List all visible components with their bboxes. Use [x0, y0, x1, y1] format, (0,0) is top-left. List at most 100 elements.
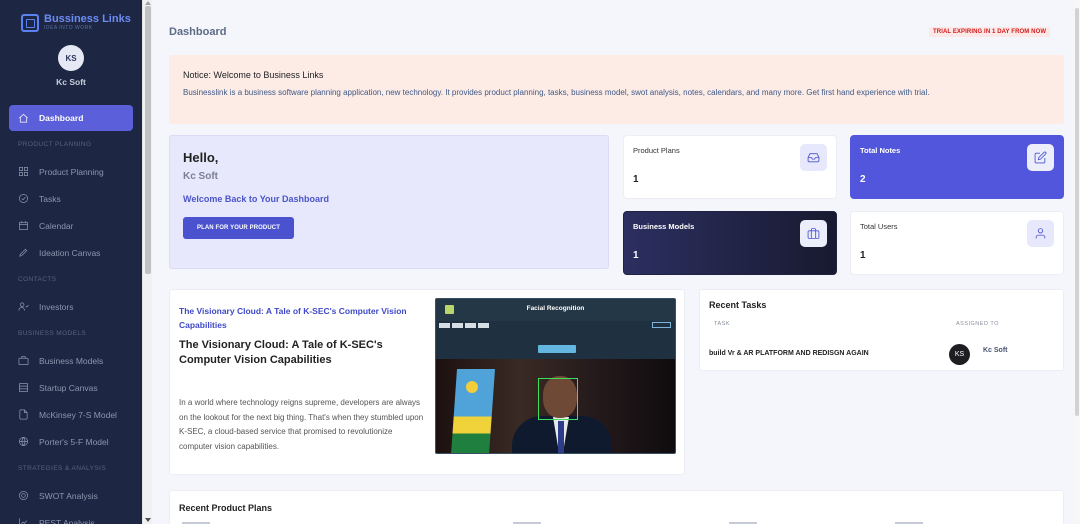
sidebar-item-label: SWOT Analysis	[39, 490, 98, 501]
avatar[interactable]: KS	[58, 45, 84, 71]
file-icon	[18, 409, 29, 420]
sidebar-item-swot-analysis[interactable]: SWOT Analysis	[9, 482, 133, 509]
scroll-up-arrow-icon[interactable]	[145, 1, 151, 5]
sidebar-nav: Dashboard PRODUCT PLANNING Product Plannin…	[9, 105, 133, 524]
stat-card-business-models[interactable]: Business Models 1	[623, 211, 837, 275]
sidebar-item-label: Business Models	[39, 355, 104, 366]
sidebar-item-startup-canvas[interactable]: Startup Canvas	[9, 374, 133, 401]
inbox-icon	[800, 144, 827, 171]
image-return-button	[652, 322, 671, 328]
briefcase-icon	[18, 355, 29, 366]
sidebar-item-product-planning[interactable]: Product Planning	[9, 158, 133, 185]
column-header-assigned: ASSIGNED TO	[956, 321, 999, 327]
globe-icon	[18, 436, 29, 447]
stat-label: Product Plans	[633, 146, 680, 155]
sidebar-item-ideation-canvas[interactable]: Ideation Canvas	[9, 239, 133, 266]
image-title: Facial Recognition	[526, 305, 585, 312]
sidebar-item-label: Porter's 5-F Model	[39, 436, 109, 447]
sidebar-item-pest-analysis[interactable]: PEST Analysis	[9, 509, 133, 524]
stat-value: 1	[633, 174, 639, 185]
sidebar-item-investors[interactable]: Investors	[9, 293, 133, 320]
recent-product-plans-title: Recent Product Plans	[179, 503, 273, 513]
hello-greeting: Hello,	[183, 150, 219, 165]
sidebar-item-label: McKinsey 7-S Model	[39, 409, 117, 420]
recent-product-plans-card: Recent Product Plans	[169, 490, 1064, 524]
briefcase-icon	[800, 220, 827, 247]
sidebar-item-label: Product Planning	[39, 166, 104, 177]
sidebar-scrollbar-thumb[interactable]	[145, 6, 151, 274]
recent-tasks-title: Recent Tasks	[709, 300, 767, 310]
article-body: In a world where technology reigns supre…	[179, 398, 424, 452]
sidebar-item-business-models[interactable]: Business Models	[9, 347, 133, 374]
article-link[interactable]: The Visionary Cloud: A Tale of K-SEC's C…	[179, 304, 419, 332]
plan-product-button[interactable]: PLAN FOR YOUR PRODUCT	[183, 217, 294, 239]
notice-text: Businesslink is a business software plan…	[183, 88, 930, 97]
notice-title: Notice: Welcome to Business Links	[183, 70, 324, 80]
sidebar-item-tasks[interactable]: Tasks	[9, 185, 133, 212]
trial-badge: TRIAL EXPIRING IN 1 DAY FROM NOW	[929, 27, 1051, 37]
sidebar-item-label: Tasks	[39, 193, 61, 204]
brand[interactable]: Bussiness Links IDEA INTO WORK	[21, 13, 131, 32]
users-icon	[18, 301, 29, 312]
person-tie	[558, 421, 564, 453]
article-image[interactable]: Facial Recognition	[435, 298, 676, 454]
sidebar-item-label: Investors	[39, 301, 74, 312]
scroll-down-arrow-icon[interactable]	[145, 518, 151, 522]
stat-label: Total Notes	[860, 146, 901, 155]
image-tab	[465, 323, 476, 328]
stat-value: 2	[860, 174, 866, 185]
stat-card-product-plans[interactable]: Product Plans 1	[623, 135, 837, 199]
layout-icon	[18, 382, 29, 393]
user-icon	[1027, 220, 1054, 247]
page-scrollbar-thumb[interactable]	[1075, 8, 1079, 416]
sidebar-section-label: CONTACTS	[18, 276, 57, 283]
page-scrollbar[interactable]	[1074, 0, 1080, 524]
image-action-button	[538, 345, 576, 353]
image-tab	[478, 323, 489, 328]
app-root: Bussiness Links IDEA INTO WORK KS Kc Sof…	[0, 0, 1080, 524]
sidebar-section-label: BUSINESS MODELS	[18, 330, 87, 337]
column-header-task: TASK	[714, 321, 730, 327]
stat-card-total-notes[interactable]: Total Notes 2	[850, 135, 1064, 199]
calendar-icon	[18, 220, 29, 231]
stat-value: 1	[860, 250, 866, 261]
sidebar-scrollbar[interactable]	[142, 0, 152, 524]
stat-label: Total Users	[860, 222, 898, 231]
sidebar-item-label: Ideation Canvas	[39, 247, 101, 258]
hello-user-name: Kc Soft	[183, 171, 218, 182]
sidebar: Bussiness Links IDEA INTO WORK KS Kc Sof…	[0, 0, 142, 524]
edit-icon	[1027, 144, 1054, 171]
sidebar-section-label: STRATEGIES & ANALYSIS	[18, 465, 106, 472]
sidebar-item-label: Calendar	[39, 220, 74, 231]
stat-label: Business Models	[633, 222, 695, 231]
target-icon	[18, 490, 29, 501]
sidebar-section-label: PRODUCT PLANNING	[18, 141, 92, 148]
sidebar-item-dashboard[interactable]: Dashboard	[9, 105, 133, 131]
sidebar-item-label: Startup Canvas	[39, 382, 98, 393]
grid-icon	[18, 166, 29, 177]
sidebar-item-mckinsey-7-s-model[interactable]: McKinsey 7-S Model	[9, 401, 133, 428]
sidebar-item-label: Dashboard	[39, 113, 84, 123]
stat-value: 1	[633, 250, 639, 261]
welcome-message: Welcome Back to Your Dashboard	[183, 194, 330, 204]
sidebar-item-porter-s-5-f-model[interactable]: Porter's 5-F Model	[9, 428, 133, 455]
article-card: The Visionary Cloud: A Tale of K-SEC's C…	[169, 289, 685, 475]
chart-icon	[18, 517, 29, 524]
notice-banner: Notice: Welcome to Business Links Busine…	[169, 55, 1064, 124]
image-tab	[439, 323, 450, 328]
assignee-avatar: KS	[949, 344, 970, 365]
assignee-name: Kc Soft	[983, 347, 1008, 354]
image-tab	[452, 323, 463, 328]
sidebar-item-calendar[interactable]: Calendar	[9, 212, 133, 239]
face-detection-box	[538, 378, 578, 420]
page-title: Dashboard	[169, 26, 227, 38]
check-circle-icon	[18, 193, 29, 204]
flag-sun-icon	[466, 381, 478, 393]
recent-tasks-card: Recent Tasks TASK ASSIGNED TO build Vr &…	[699, 289, 1064, 371]
user-name: Kc Soft	[56, 77, 86, 87]
pen-icon	[18, 247, 29, 258]
stat-card-total-users[interactable]: Total Users 1	[850, 211, 1064, 275]
task-name[interactable]: build Vr & AR PLATFORM AND REDISGN AGAIN	[709, 350, 869, 357]
article-title: The Visionary Cloud: A Tale of K-SEC's C…	[179, 339, 383, 366]
hello-card: Hello, Kc Soft Welcome Back to Your Dash…	[169, 135, 609, 269]
